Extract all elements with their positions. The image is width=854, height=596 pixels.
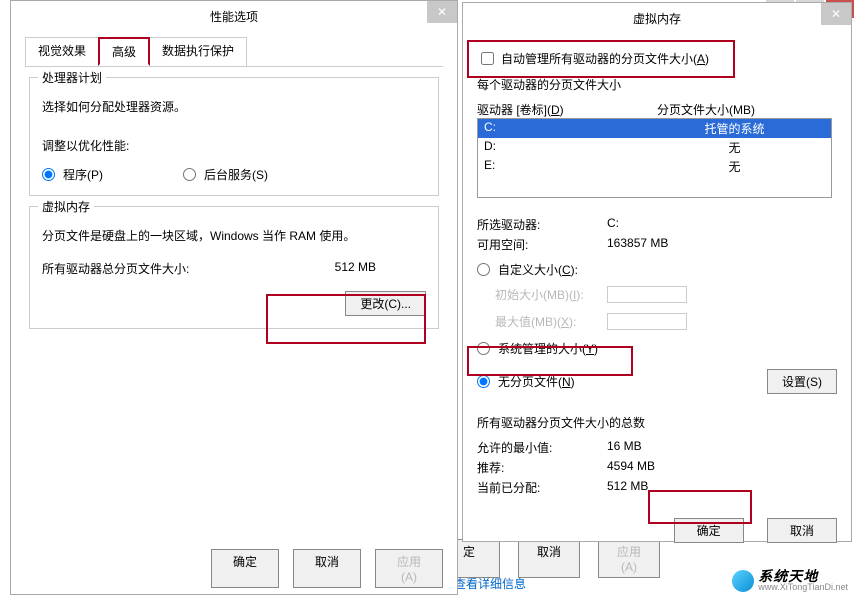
processor-radio-row: 程序(P) 后台服务(S) xyxy=(42,166,426,183)
initial-size-row: 初始大小(MB)(I): xyxy=(477,286,837,303)
drive-header-label: 驱动器 [卷标](D) xyxy=(477,101,657,118)
each-drive-title: 每个驱动器的分页文件大小 xyxy=(477,76,837,93)
set-button[interactable]: 设置(S) xyxy=(767,369,837,394)
vm-close-button[interactable]: ✕ xyxy=(821,3,851,25)
close-icon: ✕ xyxy=(437,5,447,19)
free-space-row: 可用空间: 163857 MB xyxy=(477,236,837,253)
processor-legend: 处理器计划 xyxy=(38,69,106,86)
processor-scheduling-group: 处理器计划 选择如何分配处理器资源。 调整以优化性能: 程序(P) 后台服务(S… xyxy=(29,77,439,196)
radio-sysmanaged-label: 系统管理的大小(Y) xyxy=(498,340,598,357)
tab-visual-effects[interactable]: 视觉效果 xyxy=(25,37,99,66)
init-size-label: 初始大小(MB)(I): xyxy=(477,286,607,303)
window-title: 性能选项 xyxy=(11,8,457,25)
radio-system-managed[interactable]: 系统管理的大小(Y) xyxy=(477,340,837,357)
performance-options-window: 性能选项 ✕ 视觉效果 高级 数据执行保护 处理器计划 选择如何分配处理器资源。… xyxy=(10,0,458,595)
paging-header-label: 分页文件大小(MB) xyxy=(657,101,755,118)
radio-background-input[interactable] xyxy=(183,168,196,181)
radio-nopaging-input[interactable] xyxy=(477,375,490,388)
globe-icon xyxy=(732,570,754,592)
drive-row-c[interactable]: C: 托管的系统 xyxy=(478,119,831,138)
radio-programs[interactable]: 程序(P) xyxy=(42,166,103,183)
change-button[interactable]: 更改(C)... xyxy=(345,291,426,316)
totals-group: 所有驱动器分页文件大小的总数 允许的最小值:16 MB 推荐:4594 MB 当… xyxy=(477,414,837,496)
perf-ok-button[interactable]: 确定 xyxy=(211,549,279,588)
radio-programs-label: 程序(P) xyxy=(63,166,103,183)
radio-no-paging[interactable]: 无分页文件(N) xyxy=(477,373,575,390)
drive-listbox[interactable]: C: 托管的系统 D: 无 E: 无 xyxy=(477,118,832,198)
max-size-row: 最大值(MB)(X): xyxy=(477,313,837,330)
virtual-memory-window: 虚拟内存 ✕ 自动管理所有驱动器的分页文件大小(A) 每个驱动器的分页文件大小 … xyxy=(462,2,852,542)
vm-legend: 虚拟内存 xyxy=(38,198,94,215)
max-size-input[interactable] xyxy=(607,313,687,330)
vm-desc: 分页文件是硬盘上的一块区域，Windows 当作 RAM 使用。 xyxy=(42,227,426,244)
auto-manage-checkbox[interactable]: 自动管理所有驱动器的分页文件大小(A) xyxy=(477,49,837,68)
radio-custom-input[interactable] xyxy=(477,263,490,276)
radio-background-label: 后台服务(S) xyxy=(204,166,268,183)
radio-nopaging-label: 无分页文件(N) xyxy=(498,373,575,390)
logo-url: www.XiTongTianDi.net xyxy=(758,583,848,592)
auto-manage-input[interactable] xyxy=(481,52,494,65)
totals-legend: 所有驱动器分页文件大小的总数 xyxy=(477,414,837,431)
radio-custom-size[interactable]: 自定义大小(C): xyxy=(477,261,837,278)
tab-bar: 视觉效果 高级 数据执行保护 xyxy=(25,37,443,67)
logo-watermark: 系统天地 www.XiTongTianDi.net xyxy=(732,569,848,592)
vm-total-value: 512 MB xyxy=(335,260,376,277)
vm-button-row: 更改(C)... xyxy=(42,291,426,316)
tab-dep[interactable]: 数据执行保护 xyxy=(149,37,247,66)
auto-manage-label: 自动管理所有驱动器的分页文件大小(A) xyxy=(501,50,709,67)
virtual-memory-group: 虚拟内存 分页文件是硬盘上的一块区域，Windows 当作 RAM 使用。 所有… xyxy=(29,206,439,329)
selected-drive-row: 所选驱动器: C: xyxy=(477,216,837,233)
vm-size-row: 所有驱动器总分页文件大小: 512 MB xyxy=(42,260,426,277)
max-size-label: 最大值(MB)(X): xyxy=(477,313,607,330)
perf-cancel-button[interactable]: 取消 xyxy=(293,549,361,588)
logo-name: 系统天地 xyxy=(758,569,848,583)
radio-background[interactable]: 后台服务(S) xyxy=(183,166,268,183)
radio-custom-label: 自定义大小(C): xyxy=(498,261,578,278)
perf-bottom-buttons: 确定 取消 应用(A) xyxy=(211,549,443,588)
drive-row-d[interactable]: D: 无 xyxy=(478,138,831,157)
close-button[interactable]: ✕ xyxy=(427,1,457,23)
adjust-label: 调整以优化性能: xyxy=(42,137,426,154)
vm-window-title: 虚拟内存 xyxy=(463,10,851,27)
processor-desc: 选择如何分配处理器资源。 xyxy=(42,98,426,115)
vm-ok-button[interactable]: 确定 xyxy=(674,518,744,543)
radio-sysmanaged-input[interactable] xyxy=(477,342,490,355)
initial-size-input[interactable] xyxy=(607,286,687,303)
vm-cancel-button[interactable]: 取消 xyxy=(767,518,837,543)
perf-apply-button[interactable]: 应用(A) xyxy=(375,549,443,588)
titlebar: 性能选项 ✕ xyxy=(11,1,457,31)
tab-advanced[interactable]: 高级 xyxy=(98,37,150,66)
vm-total-label: 所有驱动器总分页文件大小: xyxy=(42,260,189,277)
drive-row-e[interactable]: E: 无 xyxy=(478,157,831,176)
close-icon: ✕ xyxy=(831,7,841,21)
vm-titlebar: 虚拟内存 ✕ xyxy=(463,3,851,33)
radio-programs-input[interactable] xyxy=(42,168,55,181)
